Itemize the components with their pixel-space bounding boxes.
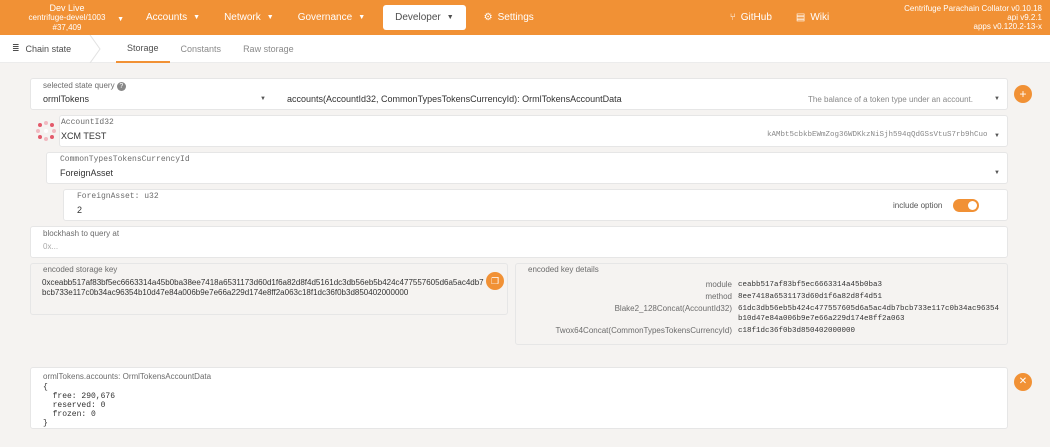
- result-output: { free: 290,676 reserved: 0 frozen: 0 }: [43, 383, 116, 428]
- code-branch-icon: ⑂: [729, 12, 736, 23]
- help-icon: ?: [116, 82, 126, 91]
- version-info: Centrifuge Parachain Collator v0.10.18 a…: [904, 4, 1042, 31]
- account-name: XCM TEST: [61, 131, 107, 141]
- tab-raw-storage[interactable]: Raw storage: [232, 35, 305, 63]
- nav-accounts-label: Accounts: [146, 12, 188, 23]
- nav-network-label: Network: [224, 12, 261, 23]
- chevron-down-icon: ▼: [193, 14, 201, 21]
- add-query-button[interactable]: +: [1014, 85, 1032, 103]
- detail-key: method: [705, 292, 732, 301]
- detail-value: 8ee7418a6531173d60d1f6a82d8f4d51: [738, 293, 883, 301]
- detail-value: 61dc3db56eb5b424c477557605d6a5ac4db7bcb7…: [738, 305, 1000, 323]
- gears-icon: ⚙: [483, 12, 493, 23]
- encoded-key-value: 0xceabb517af83bf5ec6663314a45b0ba38ee741…: [42, 278, 484, 297]
- nav-developer[interactable]: Developer ▼: [383, 5, 466, 30]
- blockhash-input[interactable]: 0x...: [43, 242, 58, 251]
- detail-key: Blake2_128Concat(AccountId32): [614, 304, 732, 313]
- tab-constants[interactable]: Constants: [170, 35, 233, 63]
- currency-value: ForeignAsset: [60, 168, 114, 178]
- chevron-down-icon: ▼: [446, 14, 454, 21]
- detail-value: c18f1dc36f0b3d850402000000: [738, 327, 856, 335]
- database-icon: ≣: [12, 43, 20, 53]
- nav-settings-label: Settings: [497, 12, 534, 23]
- currency-label: CommonTypesTokensCurrencyId: [60, 155, 190, 164]
- chevron-down-icon: ▼: [994, 96, 1000, 102]
- include-option-toggle[interactable]: [953, 199, 979, 212]
- account-address: kAMbt5cbkbEWmZog36WDKkzNiSjh594qQdGSsVtu…: [767, 131, 988, 139]
- chain-subtitle: centrifuge-devel/1003: [28, 12, 106, 22]
- encoded-key-label: encoded storage key: [43, 265, 118, 274]
- toggle-knob: [968, 201, 977, 210]
- result-label: ormlTokens.accounts: OrmlTokensAccountDa…: [43, 372, 212, 381]
- chevron-down-icon: ▼: [266, 14, 274, 21]
- api-version: api v9.2.1: [1007, 13, 1042, 22]
- nav-github-label: GitHub: [740, 12, 772, 23]
- chevron-down-icon: ▼: [260, 96, 266, 102]
- detail-key: Twox64Concat(CommonTypesTokensCurrencyId…: [555, 326, 732, 335]
- blockhash-field[interactable]: [30, 226, 1008, 258]
- blockhash-label: blockhash to query at: [43, 229, 120, 238]
- include-option-label: include option: [893, 201, 943, 210]
- foreign-asset-value[interactable]: 2: [77, 205, 82, 215]
- top-bar: Dev Live centrifuge-devel/1003 #37,409 ▼…: [0, 0, 1050, 35]
- detail-value: ceabb517af83bf5ec6663314a45b0ba3: [738, 281, 883, 289]
- copy-icon: ❐: [490, 276, 500, 286]
- chevron-down-icon: ▼: [117, 15, 124, 23]
- tab-storage[interactable]: Storage: [116, 35, 170, 63]
- chain-name: Dev Live: [49, 2, 85, 13]
- nav-wiki[interactable]: ▤ Wiki: [784, 0, 841, 35]
- method-select[interactable]: accounts(AccountId32, CommonTypesTokensC…: [287, 94, 622, 104]
- sub-navigation: ≣ Chain state Storage Constants Raw stor…: [0, 34, 1050, 63]
- apps-version: apps v0.120.2-13-x: [973, 22, 1043, 31]
- block-number: #37,409: [52, 22, 82, 32]
- section-title-label: Chain state: [25, 43, 72, 54]
- chevron-down-icon: ▼: [358, 14, 366, 21]
- nav-github[interactable]: ⑂ GitHub: [718, 0, 784, 35]
- account-identicon-icon: [36, 121, 56, 141]
- nav-developer-label: Developer: [395, 12, 441, 23]
- state-query-label-text: selected state query: [43, 81, 115, 90]
- state-query-label: selected state query ?: [43, 81, 126, 91]
- copy-button[interactable]: ❐: [486, 272, 504, 290]
- nav-wiki-label: Wiki: [810, 12, 830, 23]
- query-result-panel: ormlTokens.accounts: OrmlTokensAccountDa…: [30, 367, 1008, 429]
- chevron-separator-icon: [89, 34, 101, 63]
- node-version: Centrifuge Parachain Collator v0.10.18: [904, 4, 1042, 13]
- method-description: The balance of a token type under an acc…: [808, 95, 974, 104]
- section-title: ≣ Chain state: [0, 34, 101, 63]
- book-icon: ▤: [795, 12, 806, 23]
- chevron-down-icon: ▼: [994, 133, 1000, 139]
- currency-field[interactable]: [46, 152, 1008, 184]
- account-label: AccountId32: [61, 118, 114, 127]
- foreign-asset-label: ForeignAsset: u32: [77, 192, 159, 201]
- module-select[interactable]: ormlTokens: [43, 94, 89, 104]
- key-details-label: encoded key details: [528, 265, 599, 274]
- chain-selector[interactable]: Dev Live centrifuge-devel/1003 #37,409 ▼: [0, 3, 134, 33]
- nav-settings[interactable]: ⚙ Settings: [472, 0, 546, 35]
- foreign-asset-field[interactable]: [63, 189, 1008, 221]
- nav-accounts[interactable]: Accounts ▼: [134, 0, 212, 35]
- chevron-down-icon: ▼: [994, 170, 1000, 176]
- nav-governance[interactable]: Governance ▼: [286, 0, 377, 35]
- nav-network[interactable]: Network ▼: [212, 0, 286, 35]
- remove-query-button[interactable]: ✕: [1014, 373, 1032, 391]
- detail-key: module: [705, 280, 732, 289]
- nav-governance-label: Governance: [297, 12, 353, 23]
